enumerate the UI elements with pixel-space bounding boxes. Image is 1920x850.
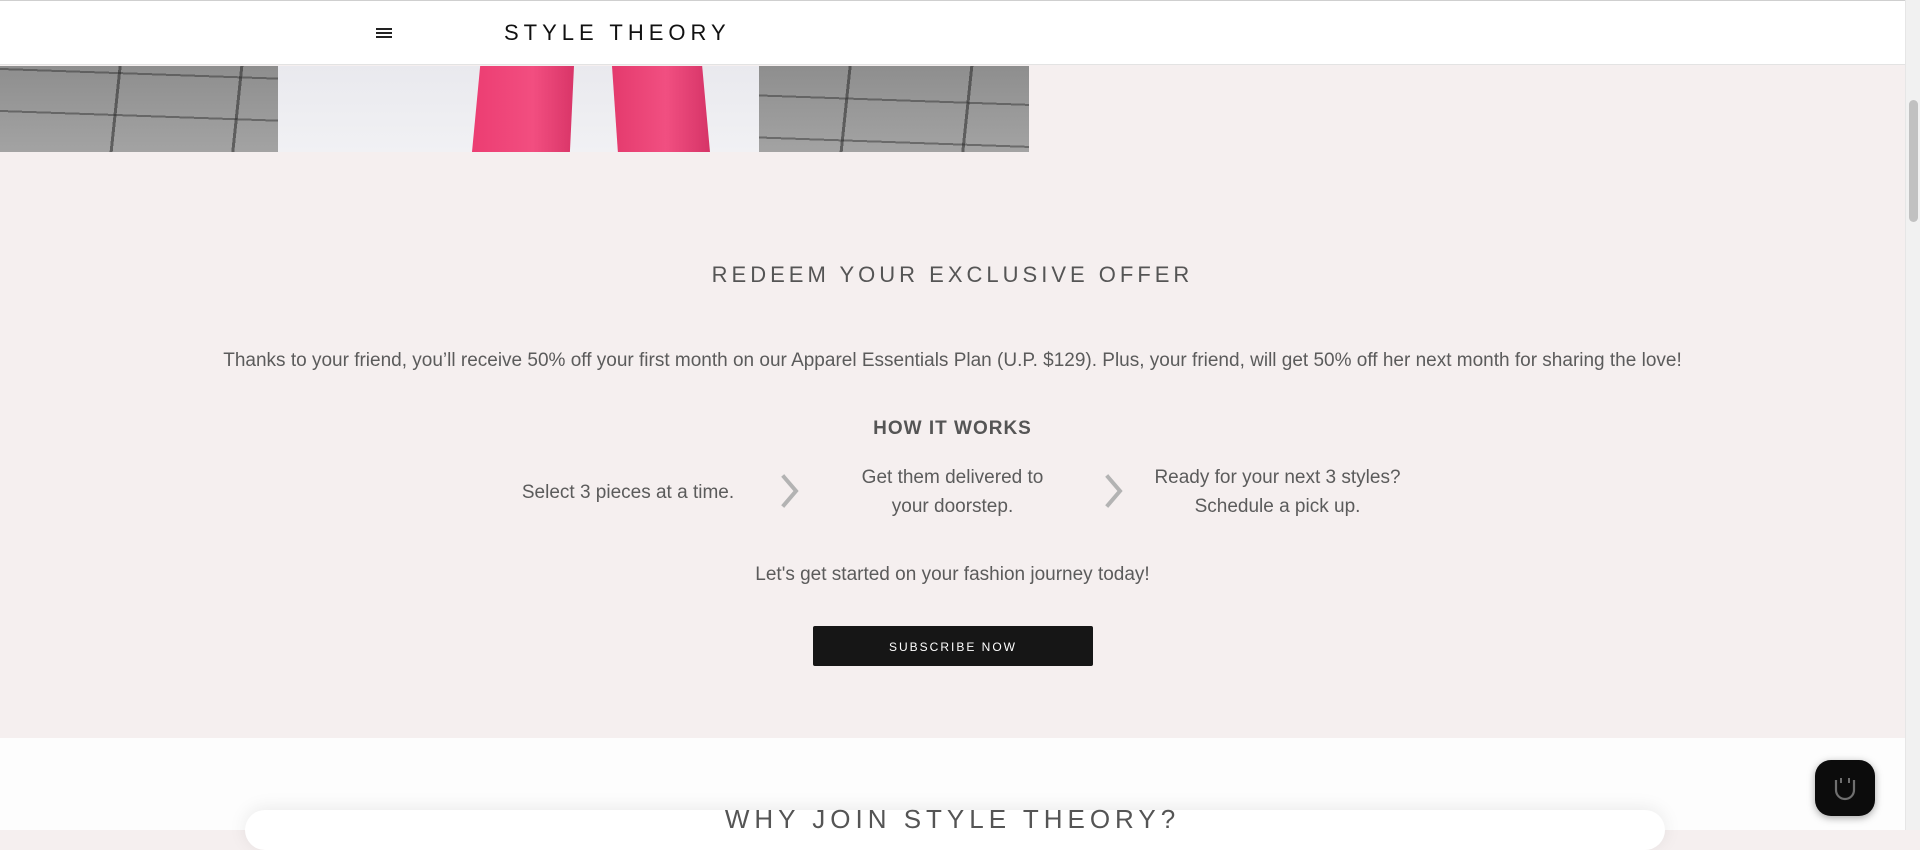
page-scrollbar[interactable]	[1905, 0, 1920, 830]
hero-photo	[0, 66, 1029, 152]
hero-pink-trouser-left	[472, 66, 574, 152]
hero-pink-trouser-right	[612, 66, 710, 152]
hamburger-menu-icon[interactable]	[376, 27, 394, 41]
step-delivery: Get them delivered to your doorstep.	[835, 463, 1070, 521]
subscribe-now-button[interactable]: SUBSCRIBE NOW	[813, 626, 1093, 666]
cta-text: Let's get started on your fashion journe…	[755, 564, 1150, 585]
step-1-text: Select 3 pieces at a time.	[521, 482, 735, 503]
how-it-works-title: HOW IT WORKS	[873, 418, 1032, 439]
step-2-line1: Get them delivered to	[861, 467, 1044, 488]
scrollbar-thumb[interactable]	[1909, 100, 1918, 222]
offer-title: REDEEM YOUR EXCLUSIVE OFFER	[711, 262, 1194, 287]
step-2-line2: your doorstep.	[891, 496, 1014, 517]
step-pickup: Ready for your next 3 styles? Schedule a…	[1130, 463, 1425, 521]
chat-icon	[1834, 778, 1856, 801]
step-3-line1: Ready for your next 3 styles?	[1154, 467, 1401, 488]
offer-description: Thanks to your friend, you’ll receive 50…	[223, 350, 1682, 371]
chat-button[interactable]	[1815, 760, 1875, 816]
chevron-right-icon	[781, 474, 799, 508]
step-3-line2: Schedule a pick up.	[1194, 496, 1361, 517]
site-header: STYLE THEORY	[0, 0, 1905, 65]
step-select-pieces: Select 3 pieces at a time.	[498, 478, 758, 507]
chevron-right-icon	[1105, 474, 1123, 508]
why-join-section: WHY JOIN STYLE THEORY?	[0, 738, 1905, 850]
site-logo[interactable]: STYLE THEORY	[504, 20, 731, 46]
